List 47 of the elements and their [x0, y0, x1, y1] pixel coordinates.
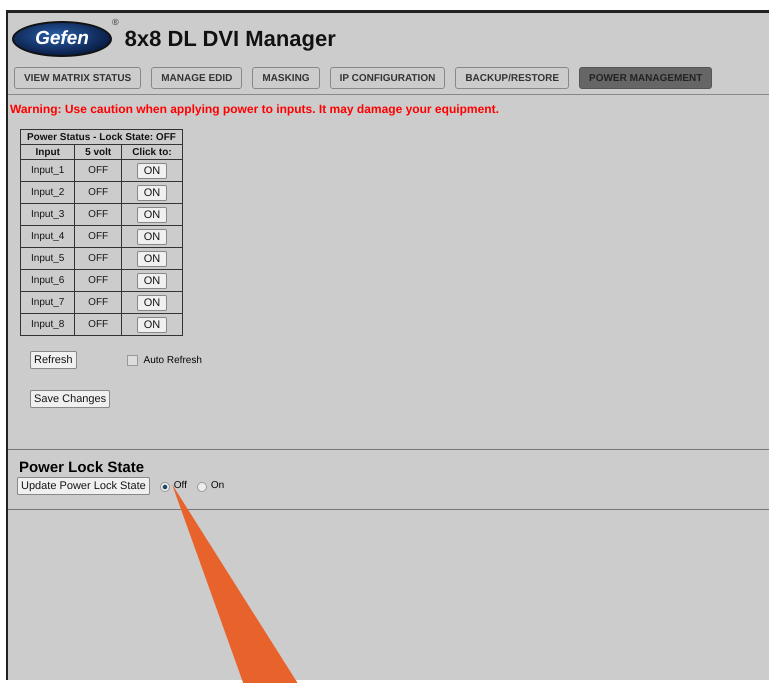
column-header: Input: [20, 144, 75, 160]
column-header: Click to:: [121, 144, 182, 160]
update-lock-button[interactable]: Update Power Lock State: [17, 477, 150, 495]
nav-tab[interactable]: MANAGE EDID: [151, 67, 242, 89]
warning-text: Warning: Use caution when applying power to inputs. It may damage your equipment.: [9, 101, 500, 118]
table-cell: OFF: [74, 292, 122, 314]
on-button[interactable]: ON: [136, 206, 168, 222]
nav-tab[interactable]: VIEW MATRIX STATUS: [14, 67, 142, 89]
radio-button[interactable]: [160, 482, 170, 492]
table-cell: Input_1: [20, 160, 75, 182]
nav-tab[interactable]: IP CONFIGURATION: [330, 67, 446, 89]
section-heading: Power Lock State: [18, 458, 146, 476]
on-button[interactable]: ON: [136, 250, 168, 266]
checkbox-label: Auto Refresh: [144, 354, 202, 366]
table-cell: OFF: [74, 314, 122, 336]
on-button[interactable]: ON: [136, 184, 168, 200]
table-cell: Input_7: [20, 292, 75, 314]
table-cell: Input_4: [20, 226, 75, 248]
on-button[interactable]: ON: [136, 294, 168, 310]
nav-tab[interactable]: BACKUP/RESTORE: [455, 67, 570, 89]
table-cell: OFF: [74, 160, 122, 182]
page-title: 8x8 DL DVI Manager: [124, 26, 336, 52]
radio-label: Off: [174, 480, 187, 491]
refresh-button[interactable]: Refresh: [30, 351, 77, 369]
table-cell: Input_6: [20, 270, 75, 292]
table-cell: Input_3: [20, 204, 75, 226]
table-cell: OFF: [74, 204, 122, 226]
auto-refresh-checkbox[interactable]: [126, 354, 138, 366]
table-cell: OFF: [74, 270, 122, 292]
logo: Gefen: [12, 21, 112, 57]
on-button[interactable]: ON: [136, 228, 168, 244]
radio-label: On: [210, 480, 224, 491]
nav-tab[interactable]: MASKING: [252, 67, 320, 89]
on-button[interactable]: ON: [136, 316, 168, 332]
table-cell: Input_2: [20, 182, 75, 204]
table-cell: OFF: [74, 248, 122, 270]
save-changes-button[interactable]: Save Changes: [30, 390, 110, 408]
table-cell: Input_5: [20, 248, 75, 270]
on-button[interactable]: ON: [136, 272, 168, 288]
registered-mark: ®: [112, 17, 119, 27]
table-cell: OFF: [74, 182, 122, 204]
radio-button[interactable]: [196, 482, 207, 492]
on-button[interactable]: ON: [136, 162, 168, 178]
table-cell: Input_8: [20, 314, 75, 336]
column-header: 5 volt: [74, 144, 122, 160]
table-cell: OFF: [74, 226, 122, 248]
table-caption: Power Status - Lock State: OFF: [20, 130, 182, 144]
